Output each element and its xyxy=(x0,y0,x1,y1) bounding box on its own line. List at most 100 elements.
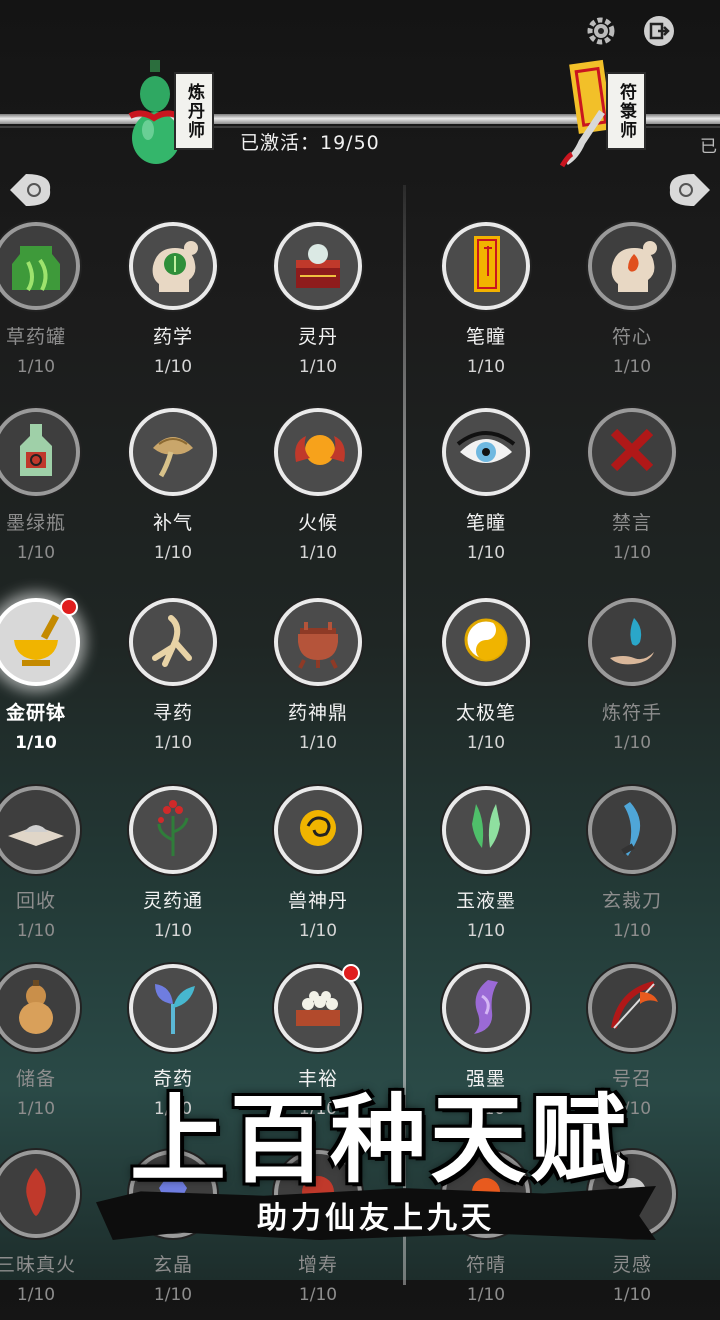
talent-icon-frame[interactable] xyxy=(442,786,530,874)
powder-icon xyxy=(4,796,68,864)
talisman-paper-icon xyxy=(454,232,518,300)
talent-level: 1/10 xyxy=(612,357,652,377)
talent-icon-frame[interactable] xyxy=(0,786,80,874)
talent-name: 玉液墨 xyxy=(455,890,516,912)
purple-ink-icon xyxy=(454,974,518,1042)
talent-icon-frame[interactable] xyxy=(129,964,217,1052)
talent-icon-frame[interactable] xyxy=(129,786,217,874)
talisman-talent-cell[interactable]: 炼符手 1/10 xyxy=(557,598,707,768)
talent-icon-frame[interactable] xyxy=(0,222,80,310)
talent-name: 补气 xyxy=(152,512,193,534)
jade-ink-icon xyxy=(454,796,518,864)
talisman-talent-cell[interactable]: 禁言 1/10 xyxy=(557,408,707,578)
alchemist-talent-cell[interactable]: 墨绿瓶 1/10 xyxy=(0,408,111,578)
talent-level: 1/10 xyxy=(16,921,56,941)
talent-icon-frame[interactable] xyxy=(0,408,80,496)
talent-icon-frame[interactable] xyxy=(442,222,530,310)
alchemist-talent-cell[interactable]: 补气 1/10 xyxy=(98,408,248,578)
green-bottle-icon xyxy=(4,418,68,486)
class-tag-alchemist[interactable]: 炼丹师 xyxy=(174,72,214,150)
class-tag-talisman-master[interactable]: 符箓师 xyxy=(606,72,646,150)
flame-hand-icon xyxy=(600,608,664,676)
talent-level: 1/10 xyxy=(298,921,338,941)
alchemist-talent-cell[interactable]: 药神鼎 1/10 xyxy=(243,598,393,768)
talent-level: 1/10 xyxy=(466,357,506,377)
talent-level: 1/10 xyxy=(466,733,506,753)
talent-name: 药学 xyxy=(152,326,193,348)
talisman-talent-cell[interactable]: 太极笔 1/10 xyxy=(411,598,561,768)
talent-level: 1/10 xyxy=(466,921,506,941)
talent-icon-frame[interactable] xyxy=(588,408,676,496)
settings-gear-icon[interactable] xyxy=(584,14,618,48)
talent-icon-frame[interactable] xyxy=(0,964,80,1052)
talent-level: 1/10 xyxy=(153,1285,193,1305)
talent-icon-frame[interactable] xyxy=(274,408,362,496)
talent-level: 1/10 xyxy=(16,1285,56,1305)
alchemist-talent-cell[interactable]: 兽神丹 1/10 xyxy=(243,786,393,956)
talent-name: 禁言 xyxy=(611,512,652,534)
cauldron-icon xyxy=(286,608,350,676)
talent-name: 符晴 xyxy=(465,1254,506,1276)
talent-icon-frame[interactable] xyxy=(129,222,217,310)
talent-icon-frame[interactable] xyxy=(442,598,530,686)
talent-icon-frame[interactable] xyxy=(588,786,676,874)
talent-icon-frame[interactable] xyxy=(274,598,362,686)
talent-level: 1/10 xyxy=(298,357,338,377)
talent-level: 1/10 xyxy=(298,733,338,753)
talent-name: 符心 xyxy=(611,326,652,348)
alchemist-talent-cell[interactable]: 金研钵 1/10 xyxy=(0,598,111,768)
talent-icon-frame[interactable] xyxy=(0,1150,80,1238)
talent-icon-frame[interactable] xyxy=(588,222,676,310)
talent-level: 1/10 xyxy=(153,543,193,563)
talent-level: 1/10 xyxy=(612,733,652,753)
talisman-talent-cell[interactable]: 笔瞳 1/10 xyxy=(411,408,561,578)
prev-arrow-button[interactable] xyxy=(8,170,52,210)
notification-dot xyxy=(342,964,360,982)
talent-icon-frame[interactable] xyxy=(129,408,217,496)
talisman-talent-cell[interactable]: 玄裁刀 1/10 xyxy=(557,786,707,956)
exit-icon[interactable] xyxy=(642,14,676,48)
talent-icon-frame[interactable] xyxy=(442,964,530,1052)
talent-name: 草药罐 xyxy=(5,326,66,348)
talent-icon-frame[interactable] xyxy=(442,408,530,496)
talent-icon-frame[interactable] xyxy=(274,786,362,874)
talent-icon-frame[interactable] xyxy=(274,964,362,1052)
red-x-icon xyxy=(600,418,664,486)
ginseng-icon xyxy=(141,608,205,676)
notification-dot xyxy=(60,598,78,616)
elixir-box-icon xyxy=(286,232,350,300)
talent-name: 药神鼎 xyxy=(287,702,348,724)
talent-icon-frame[interactable] xyxy=(129,598,217,686)
alchemist-talent-cell[interactable]: 灵药通 1/10 xyxy=(98,786,248,956)
talisman-talent-cell[interactable]: 符心 1/10 xyxy=(557,222,707,392)
talent-name: 灵药通 xyxy=(142,890,203,912)
alchemist-talent-cell[interactable]: 回收 1/10 xyxy=(0,786,111,956)
talent-icon-frame[interactable] xyxy=(588,964,676,1052)
alchemist-talent-cell[interactable]: 火候 1/10 xyxy=(243,408,393,578)
talent-level: 1/10 xyxy=(15,733,57,753)
talent-name: 墨绿瓶 xyxy=(5,512,66,534)
talent-icon-frame[interactable] xyxy=(274,222,362,310)
alchemist-talent-cell[interactable]: 灵丹 1/10 xyxy=(243,222,393,392)
talent-name: 储备 xyxy=(15,1068,56,1090)
pill-tray-icon xyxy=(286,974,350,1042)
red-berry-plant-icon xyxy=(141,796,205,864)
promo-subtitle: 助力仙友上九天 xyxy=(257,1201,495,1236)
fire-mind-icon xyxy=(600,232,664,300)
blue-blade-icon xyxy=(600,796,664,864)
alchemist-talent-cell[interactable]: 药学 1/10 xyxy=(98,222,248,392)
talent-name: 玄裁刀 xyxy=(601,890,662,912)
talent-icon-frame[interactable] xyxy=(588,598,676,686)
talent-level: 1/10 xyxy=(16,357,56,377)
blue-sprout-icon xyxy=(141,974,205,1042)
flame-bow-icon xyxy=(600,974,664,1042)
alchemist-talent-cell[interactable]: 寻药 1/10 xyxy=(98,598,248,768)
talisman-talent-cell[interactable]: 玉液墨 1/10 xyxy=(411,786,561,956)
talent-icon-frame[interactable] xyxy=(0,598,80,686)
taiji-icon xyxy=(454,608,518,676)
alchemist-talent-cell[interactable]: 草药罐 1/10 xyxy=(0,222,111,392)
beast-pill-icon xyxy=(286,796,350,864)
talisman-talent-cell[interactable]: 笔瞳 1/10 xyxy=(411,222,561,392)
next-arrow-button[interactable] xyxy=(668,170,712,210)
talent-level: 1/10 xyxy=(612,543,652,563)
